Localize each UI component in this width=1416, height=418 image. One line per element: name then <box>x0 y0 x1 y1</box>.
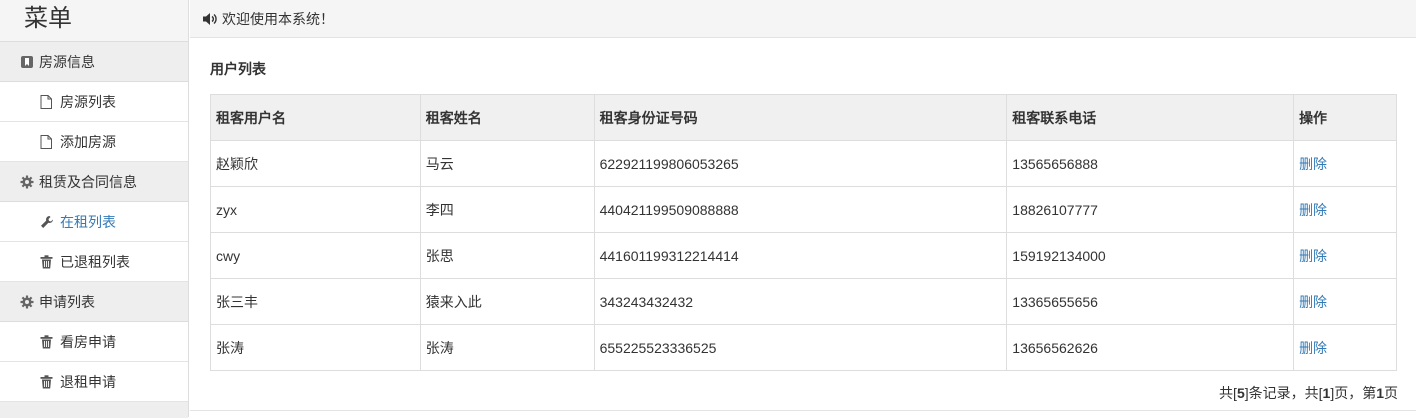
sidebar-item-checkout-applications[interactable]: 退租申请 <box>0 362 188 402</box>
sidebar-group-lease-contract[interactable]: 租赁及合同信息 <box>0 162 188 202</box>
delete-link[interactable]: 删除 <box>1299 248 1327 264</box>
wrench-icon <box>40 215 54 229</box>
cell-name: 李四 <box>419 186 595 233</box>
sidebar-item-label: 已退租列表 <box>60 253 130 270</box>
user-table: 租客用户名 租客姓名 租客身份证号码 租客联系电话 操作 赵颖欣 马云 6229… <box>210 94 1397 371</box>
sidebar-item-viewing-applications[interactable]: 看房申请 <box>0 322 188 362</box>
cell-username: 张三丰 <box>210 278 421 325</box>
sidebar-item-returned-list[interactable]: 已退租列表 <box>0 242 188 282</box>
gear-icon <box>20 295 34 309</box>
sidebar-group-label: 房源信息 <box>39 53 95 70</box>
column-header: 租客联系电话 <box>1006 94 1295 141</box>
delete-link[interactable]: 删除 <box>1299 156 1327 172</box>
pager-total-records: 5 <box>1236 385 1245 401</box>
trash-icon <box>40 254 54 269</box>
sidebar-group-house-info[interactable]: 房源信息 <box>0 42 188 82</box>
column-header: 租客用户名 <box>210 94 421 141</box>
main-content: 用户列表 租客用户名 租客姓名 租客身份证号码 租客联系电话 操作 赵颖欣 马云… <box>210 39 1398 403</box>
cell-phone: 18826107777 <box>1006 186 1295 233</box>
pager-text: 页 <box>1384 385 1398 401</box>
trash-icon <box>40 374 54 389</box>
cell-phone: 13565656888 <box>1006 140 1295 187</box>
pager-text: ]页，第 <box>1330 385 1377 401</box>
bookmark-icon <box>20 55 34 69</box>
page-title: 用户列表 <box>210 61 266 77</box>
cell-id-number: 440421199509088888 <box>593 186 1008 233</box>
trash-icon <box>40 334 54 349</box>
cell-action: 删除 <box>1293 232 1397 279</box>
table-row: cwy 张思 441601199312214414 159192134000 删… <box>210 232 1397 279</box>
cell-phone: 13365655656 <box>1006 278 1295 325</box>
topbar: 欢迎使用本系统！ <box>190 0 1416 38</box>
cell-name: 马云 <box>419 140 595 187</box>
delete-link[interactable]: 删除 <box>1299 340 1327 356</box>
table-header-row: 租客用户名 租客姓名 租客身份证号码 租客联系电话 操作 <box>210 94 1397 141</box>
divider <box>190 410 1416 411</box>
sidebar-group-applications[interactable]: 申请列表 <box>0 282 188 322</box>
delete-link[interactable]: 删除 <box>1299 294 1327 310</box>
table-row: 赵颖欣 马云 622921199806053265 13565656888 删除 <box>210 140 1397 187</box>
cell-id-number: 655225523336525 <box>593 324 1008 371</box>
sidebar-group-label: 申请列表 <box>39 293 95 310</box>
cell-name: 张涛 <box>419 324 595 371</box>
delete-link[interactable]: 删除 <box>1299 202 1327 218</box>
sidebar-item-add-house[interactable]: 添加房源 <box>0 122 188 162</box>
cell-phone: 159192134000 <box>1006 232 1295 279</box>
cell-id-number: 622921199806053265 <box>593 140 1008 187</box>
gear-icon <box>20 175 34 189</box>
cell-username: 张涛 <box>210 324 421 371</box>
sidebar-footer <box>0 402 188 418</box>
cell-username: zyx <box>210 186 421 233</box>
table-row: 张涛 张涛 655225523336525 13656562626 删除 <box>210 324 1397 371</box>
column-header: 租客身份证号码 <box>593 94 1008 141</box>
sidebar-item-label: 退租申请 <box>60 373 116 390</box>
cell-username: 赵颖欣 <box>210 140 421 187</box>
cell-action: 删除 <box>1293 324 1397 371</box>
cell-id-number: 343243432432 <box>593 278 1008 325</box>
cell-username: cwy <box>210 232 421 279</box>
pager-current-page: 1 <box>1376 385 1384 401</box>
file-icon <box>40 94 54 109</box>
pager-text: 共[ <box>1219 385 1237 401</box>
pager-text: ]条记录，共[ <box>1244 385 1323 401</box>
table-row: 张三丰 猿来入此 343243432432 13365655656 删除 <box>210 278 1397 325</box>
sidebar-item-renting-list[interactable]: 在租列表 <box>0 202 188 242</box>
sidebar-item-label: 在租列表 <box>60 213 116 230</box>
column-header: 操作 <box>1293 94 1397 141</box>
file-icon <box>40 134 54 149</box>
pagination-summary: 共[5]条记录，共[1]页，第1页 <box>210 383 1398 403</box>
cell-action: 删除 <box>1293 186 1397 233</box>
volume-icon <box>202 12 218 26</box>
sidebar: 菜单 房源信息 房源列表 添加房源 租赁及合同信息 在租列表 已退租列表 申请列… <box>0 0 189 418</box>
menu-title: 菜单 <box>0 0 188 42</box>
cell-action: 删除 <box>1293 140 1397 187</box>
cell-phone: 13656562626 <box>1006 324 1295 371</box>
sidebar-item-label: 房源列表 <box>60 93 116 110</box>
welcome-text: 欢迎使用本系统！ <box>222 10 334 27</box>
sidebar-item-label: 看房申请 <box>60 333 116 350</box>
table-row: zyx 李四 440421199509088888 18826107777 删除 <box>210 186 1397 233</box>
cell-action: 删除 <box>1293 278 1397 325</box>
sidebar-item-house-list[interactable]: 房源列表 <box>0 82 188 122</box>
cell-name: 猿来入此 <box>419 278 595 325</box>
column-header: 租客姓名 <box>419 94 595 141</box>
sidebar-group-label: 租赁及合同信息 <box>39 173 137 190</box>
cell-name: 张思 <box>419 232 595 279</box>
sidebar-item-label: 添加房源 <box>60 133 116 150</box>
cell-id-number: 441601199312214414 <box>593 232 1008 279</box>
